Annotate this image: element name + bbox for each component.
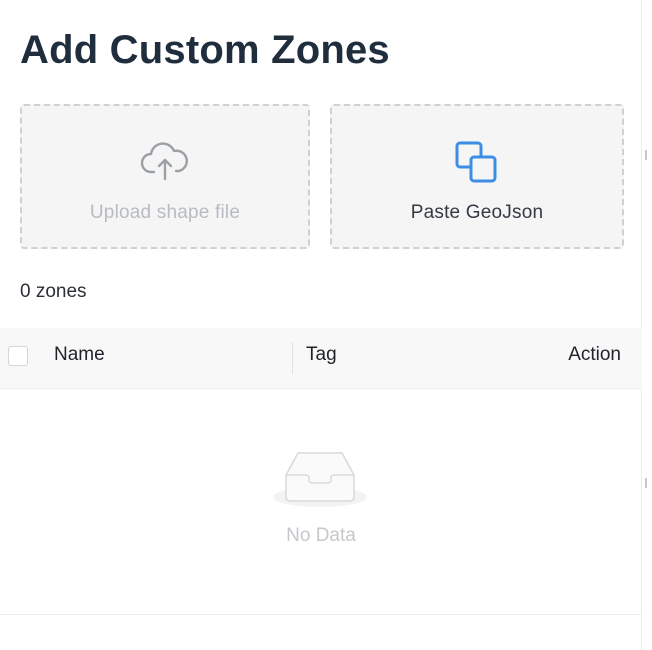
scrollbar-mark: [645, 150, 647, 160]
paste-geojson-label: Paste GeoJson: [410, 202, 544, 223]
column-header-action: Action: [568, 344, 621, 365]
cloud-upload-icon: [140, 140, 190, 186]
empty-inbox-icon: [272, 447, 368, 511]
zone-count: 0 zones: [20, 281, 87, 302]
select-all-checkbox[interactable]: [8, 346, 28, 366]
copy-squares-icon: [452, 140, 502, 186]
column-header-name[interactable]: Name: [54, 344, 105, 366]
page: Add Custom Zones Upload shape file Paste…: [0, 0, 652, 650]
table-empty-state: No Data: [0, 389, 642, 615]
page-title: Add Custom Zones: [20, 28, 390, 72]
upload-shape-file-button[interactable]: Upload shape file: [20, 104, 310, 249]
upload-shape-file-label: Upload shape file: [89, 202, 241, 223]
column-divider[interactable]: [292, 342, 293, 374]
scrollbar-mark: [645, 478, 647, 488]
column-header-tag[interactable]: Tag: [306, 344, 337, 366]
table-header: Name Tag Action: [0, 328, 642, 389]
scrollbar[interactable]: [641, 0, 652, 650]
empty-state-text: No Data: [286, 525, 356, 546]
paste-geojson-button[interactable]: Paste GeoJson: [330, 104, 624, 249]
